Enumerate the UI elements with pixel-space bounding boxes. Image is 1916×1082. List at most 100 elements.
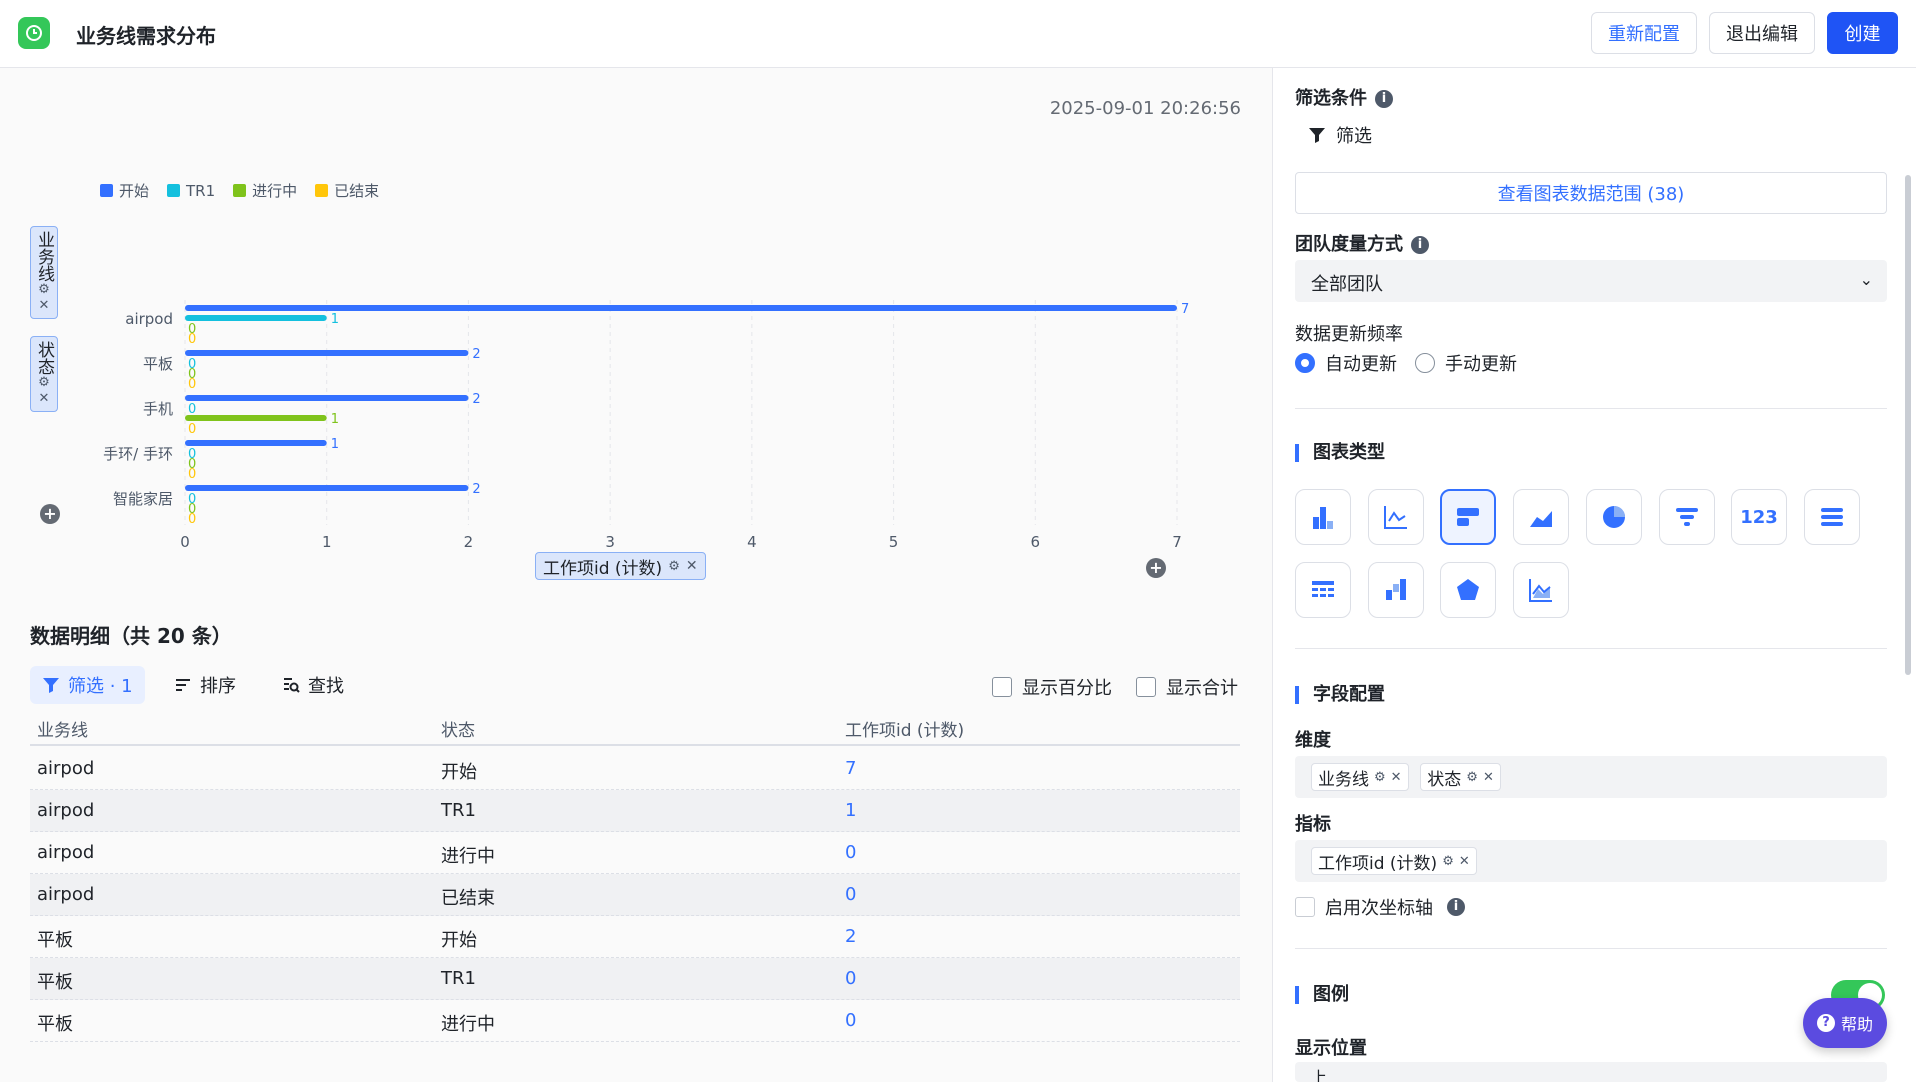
data-label: 2	[472, 482, 480, 497]
count-cell[interactable]: 0	[845, 1010, 856, 1031]
clock-icon	[26, 25, 42, 41]
info-icon[interactable]: i	[1447, 898, 1465, 916]
info-icon[interactable]: i	[1375, 90, 1393, 108]
search-icon	[284, 678, 300, 693]
show-percent-checkbox[interactable]: 显示百分比	[992, 674, 1112, 700]
data-label: 0	[188, 467, 196, 482]
auto-update-radio[interactable]: 自动更新	[1295, 350, 1397, 376]
chevron-down-icon: ⌄	[1859, 270, 1873, 289]
table-row[interactable]: airpod 开始 7	[30, 748, 1240, 790]
reconfigure-button[interactable]: 重新配置	[1591, 12, 1697, 54]
data-label: 0	[188, 422, 196, 437]
dimension-tag[interactable]: 状态 ⚙ ✕	[1420, 763, 1501, 791]
show-total-checkbox[interactable]: 显示合计	[1136, 674, 1238, 700]
dimension-field-box[interactable]: 业务线 ⚙ ✕ 状态 ⚙ ✕	[1295, 756, 1887, 798]
table-find-button[interactable]: 查找	[270, 666, 356, 704]
manual-update-radio[interactable]: 手动更新	[1415, 350, 1517, 376]
column-header[interactable]: 业务线	[37, 716, 88, 741]
radar-chart-icon[interactable]	[1440, 562, 1496, 618]
exit-edit-button[interactable]: 退出编辑	[1709, 12, 1815, 54]
app-logo	[18, 17, 50, 49]
table-row[interactable]: airpod TR1 1	[30, 790, 1240, 832]
gear-icon[interactable]: ⚙	[668, 559, 680, 574]
table-cell: 平板	[37, 930, 73, 951]
chart-type-title: 图表类型	[1295, 444, 1385, 462]
data-label: 1	[331, 437, 339, 452]
table-filter-button[interactable]: 筛选 · 1	[30, 666, 145, 704]
column-header[interactable]: 状态	[441, 716, 475, 741]
x-tick-label: 6	[1031, 533, 1041, 548]
data-label: 0	[188, 402, 196, 417]
x-tick-label: 0	[180, 533, 190, 548]
dimension-tag[interactable]: 业务线 ⚙ ✕	[1311, 763, 1409, 791]
table-cell: 开始	[441, 762, 477, 783]
pie-chart-icon[interactable]	[1586, 489, 1642, 545]
count-cell[interactable]: 0	[845, 968, 856, 989]
table-row[interactable]: 平板 进行中 0	[30, 1000, 1240, 1042]
table-cell: 平板	[37, 1014, 73, 1035]
x-tick-label: 5	[889, 533, 899, 548]
count-cell[interactable]: 2	[845, 926, 856, 947]
x-tick-label: 7	[1172, 533, 1182, 548]
add-filter-button[interactable]: 筛选	[1308, 122, 1372, 148]
funnel-chart-icon[interactable]	[1659, 489, 1715, 545]
data-label: 2	[472, 392, 480, 407]
table-cell: airpod	[37, 884, 95, 905]
divider	[1295, 648, 1887, 649]
number-card-icon[interactable]: 123	[1731, 489, 1787, 545]
table-title: 数据明细（共 20 条）	[30, 624, 232, 648]
table-row[interactable]: 平板 开始 2	[30, 916, 1240, 958]
filter-icon	[43, 678, 59, 693]
y-category-label: 手机	[143, 400, 173, 418]
count-cell[interactable]: 1	[845, 800, 856, 821]
data-label: 1	[331, 312, 339, 327]
filter-icon	[1309, 128, 1325, 143]
create-button[interactable]: 创建	[1827, 12, 1898, 54]
x-tick-label: 1	[322, 533, 332, 548]
config-panel: 筛选条件 i 筛选 查看图表数据范围 (38) 团队度量方式 i 全部团队 ⌄ 数据…	[1272, 68, 1916, 1082]
y-category-label: 手环/ 手环	[103, 445, 173, 463]
info-icon[interactable]: i	[1411, 236, 1429, 254]
data-label: 7	[1181, 302, 1189, 317]
table-row[interactable]: airpod 已结束 0	[30, 874, 1240, 916]
data-label: 0	[188, 512, 196, 527]
table-cell: 平板	[37, 972, 73, 993]
close-icon[interactable]: ✕	[686, 558, 698, 574]
help-button[interactable]: ? 帮助	[1803, 998, 1887, 1048]
sort-icon	[176, 679, 190, 691]
count-cell[interactable]: 0	[845, 842, 856, 863]
table-sort-button[interactable]: 排序	[162, 666, 248, 704]
waterfall-chart-icon[interactable]	[1368, 562, 1424, 618]
data-label: 0	[188, 377, 196, 392]
line-chart-icon[interactable]	[1368, 489, 1424, 545]
table-icon[interactable]	[1804, 489, 1860, 545]
scrollbar[interactable]	[1905, 175, 1911, 675]
metric-pill[interactable]: 工作项id (计数) ⚙ ✕	[535, 552, 706, 580]
table-row[interactable]: airpod 进行中 0	[30, 832, 1240, 874]
team-measure-select[interactable]: 全部团队 ⌄	[1295, 260, 1887, 302]
table-row[interactable]: 平板 TR1 0	[30, 958, 1240, 1000]
pivot-table-icon[interactable]	[1295, 562, 1351, 618]
display-position-select[interactable]: 上	[1295, 1062, 1887, 1082]
field-config-title: 字段配置	[1295, 686, 1385, 704]
table-cell: airpod	[37, 758, 95, 779]
column-header[interactable]: 工作项id (计数)	[845, 716, 964, 741]
bar-chart-icon[interactable]	[1440, 489, 1496, 545]
table-cell: airpod	[37, 800, 95, 821]
count-cell[interactable]: 0	[845, 884, 856, 905]
y-category-label: airpod	[125, 310, 173, 328]
table-cell: TR1	[441, 800, 476, 821]
dimension-label: 维度	[1295, 730, 1331, 751]
count-cell[interactable]: 7	[845, 758, 856, 779]
secondary-axis-checkbox[interactable]: 启用次坐标轴 i	[1295, 894, 1465, 920]
area-chart-icon[interactable]	[1513, 489, 1569, 545]
add-metric-icon[interactable]: +	[1146, 558, 1166, 578]
column-chart-icon[interactable]	[1295, 489, 1351, 545]
metric-field-box[interactable]: 工作项id (计数) ⚙ ✕	[1295, 840, 1887, 882]
metric-tag[interactable]: 工作项id (计数) ⚙ ✕	[1311, 847, 1477, 875]
combo-chart-icon[interactable]	[1513, 562, 1569, 618]
bar-进行中	[185, 415, 327, 421]
bar-开始	[185, 350, 469, 356]
view-data-range-button[interactable]: 查看图表数据范围 (38)	[1295, 172, 1887, 214]
divider	[1295, 948, 1887, 949]
